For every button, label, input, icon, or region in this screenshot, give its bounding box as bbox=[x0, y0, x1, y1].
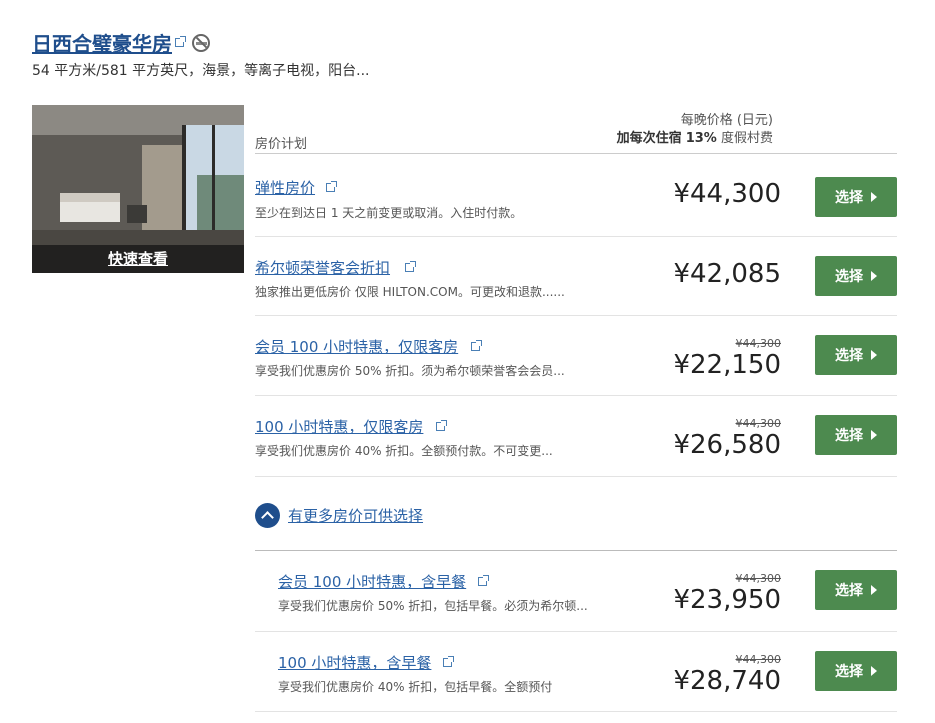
room-description: 54 平方米/581 平方英尺，海景，等离子电视，阳台... bbox=[32, 63, 370, 79]
select-button[interactable]: 选择 bbox=[815, 415, 897, 455]
rate-description: 享受我们优惠房价 40% 折扣，包括早餐。全额预付 bbox=[278, 680, 553, 694]
select-button[interactable]: 选择 bbox=[815, 570, 897, 610]
rate-description: 享受我们优惠房价 50% 折扣。须为希尔顿荣誉客会会员... bbox=[255, 364, 565, 378]
rate-price: ¥26,580 bbox=[673, 430, 781, 460]
caret-right-icon bbox=[871, 430, 877, 440]
resort-fee-suffix: 度假村费 bbox=[720, 131, 773, 146]
rate-row: 100 小时特惠，仅限客房 享受我们优惠房价 40% 折扣。全额预付款。不可变更… bbox=[255, 396, 897, 477]
chevron-up-icon bbox=[255, 503, 280, 528]
rate-price: ¥23,950 bbox=[673, 585, 781, 615]
rate-description: 享受我们优惠房价 50% 折扣，包括早餐。必须为希尔顿... bbox=[278, 599, 588, 613]
caret-right-icon bbox=[871, 192, 877, 202]
select-button[interactable]: 选择 bbox=[815, 177, 897, 217]
rate-name-link[interactable]: 希尔顿荣誉客会折扣 bbox=[255, 257, 390, 278]
rate-row: 会员 100 小时特惠，仅限客房 享受我们优惠房价 50% 折扣。须为希尔顿荣誉… bbox=[255, 316, 897, 396]
rate-name-link[interactable]: 弹性房价 bbox=[255, 177, 315, 198]
rate-name-link[interactable]: 会员 100 小时特惠，仅限客房 bbox=[255, 336, 458, 357]
rate-price: ¥42,085 bbox=[673, 259, 781, 289]
external-link-icon bbox=[326, 181, 337, 192]
original-price: ¥44,300 bbox=[735, 572, 782, 585]
original-price: ¥44,300 bbox=[735, 417, 782, 430]
original-price: ¥44,300 bbox=[735, 337, 782, 350]
select-button-label: 选择 bbox=[835, 583, 863, 599]
rate-price: ¥22,150 bbox=[673, 350, 781, 380]
external-link-icon bbox=[471, 340, 482, 351]
select-button[interactable]: 选择 bbox=[815, 335, 897, 375]
more-rates-toggle[interactable]: 有更多房价可供选择 bbox=[255, 503, 423, 528]
rate-name-link[interactable]: 100 小时特惠，含早餐 bbox=[278, 652, 431, 673]
external-link-icon bbox=[436, 420, 447, 431]
more-rates-label: 有更多房价可供选择 bbox=[288, 507, 424, 525]
external-link-icon bbox=[443, 656, 454, 667]
room-title-link[interactable]: 日西合璧豪华房 bbox=[32, 28, 172, 57]
rate-description: 享受我们优惠房价 40% 折扣。全额预付款。不可变更... bbox=[255, 444, 553, 458]
original-price: ¥44,300 bbox=[735, 653, 782, 666]
caret-right-icon bbox=[871, 585, 877, 595]
external-link-icon bbox=[405, 261, 416, 272]
select-button[interactable]: 选择 bbox=[815, 651, 897, 691]
select-button-label: 选择 bbox=[835, 269, 863, 285]
rate-plan-column-label: 房价计划 bbox=[255, 137, 308, 152]
caret-right-icon bbox=[871, 666, 877, 676]
rate-row: 100 小时特惠，含早餐 享受我们优惠房价 40% 折扣，包括早餐。全额预付 ¥… bbox=[255, 632, 897, 712]
rate-row: 弹性房价 至少在到达日 1 天之前变更或取消。入住时付款。 ¥44,300 选择 bbox=[255, 157, 897, 237]
rate-table-header: 房价计划 每晚价格 (日元) 加每次住宿 13% 度假村费 bbox=[255, 108, 897, 154]
rate-description: 独家推出更低房价 仅限 HILTON.COM。可更改和退款...... bbox=[255, 285, 565, 299]
select-button-label: 选择 bbox=[835, 428, 863, 444]
resort-fee-prefix: 加每次住宿 bbox=[616, 131, 682, 146]
resort-fee-note: 加每次住宿 13% 度假村费 bbox=[617, 130, 773, 148]
resort-fee-pct: 13% bbox=[685, 131, 717, 146]
rate-description: 至少在到达日 1 天之前变更或取消。入住时付款。 bbox=[255, 206, 523, 220]
rate-name-link[interactable]: 会员 100 小时特惠，含早餐 bbox=[278, 571, 466, 592]
rate-price: ¥28,740 bbox=[673, 666, 781, 696]
price-per-night-label: 每晚价格 (日元) bbox=[680, 113, 773, 128]
no-smoking-icon bbox=[192, 33, 210, 52]
caret-right-icon bbox=[871, 271, 877, 281]
rate-row: 会员 100 小时特惠，含早餐 享受我们优惠房价 50% 折扣，包括早餐。必须为… bbox=[255, 551, 897, 632]
select-button[interactable]: 选择 bbox=[815, 256, 897, 296]
external-link-icon bbox=[175, 36, 186, 47]
quick-view-link[interactable]: 快速查看 bbox=[32, 245, 244, 273]
rate-name-link[interactable]: 100 小时特惠，仅限客房 bbox=[255, 416, 423, 437]
caret-right-icon bbox=[871, 350, 877, 360]
price-column-label: 每晚价格 (日元) 加每次住宿 13% 度假村费 bbox=[617, 112, 773, 148]
rate-price: ¥44,300 bbox=[673, 179, 781, 209]
select-button-label: 选择 bbox=[835, 190, 863, 206]
room-photo[interactable]: 快速查看 bbox=[32, 105, 244, 273]
rate-row: 希尔顿荣誉客会折扣 独家推出更低房价 仅限 HILTON.COM。可更改和退款.… bbox=[255, 237, 897, 316]
room-title: 日西合璧豪华房 bbox=[32, 28, 210, 57]
select-button-label: 选择 bbox=[835, 348, 863, 364]
external-link-icon bbox=[478, 575, 489, 586]
select-button-label: 选择 bbox=[835, 664, 863, 680]
